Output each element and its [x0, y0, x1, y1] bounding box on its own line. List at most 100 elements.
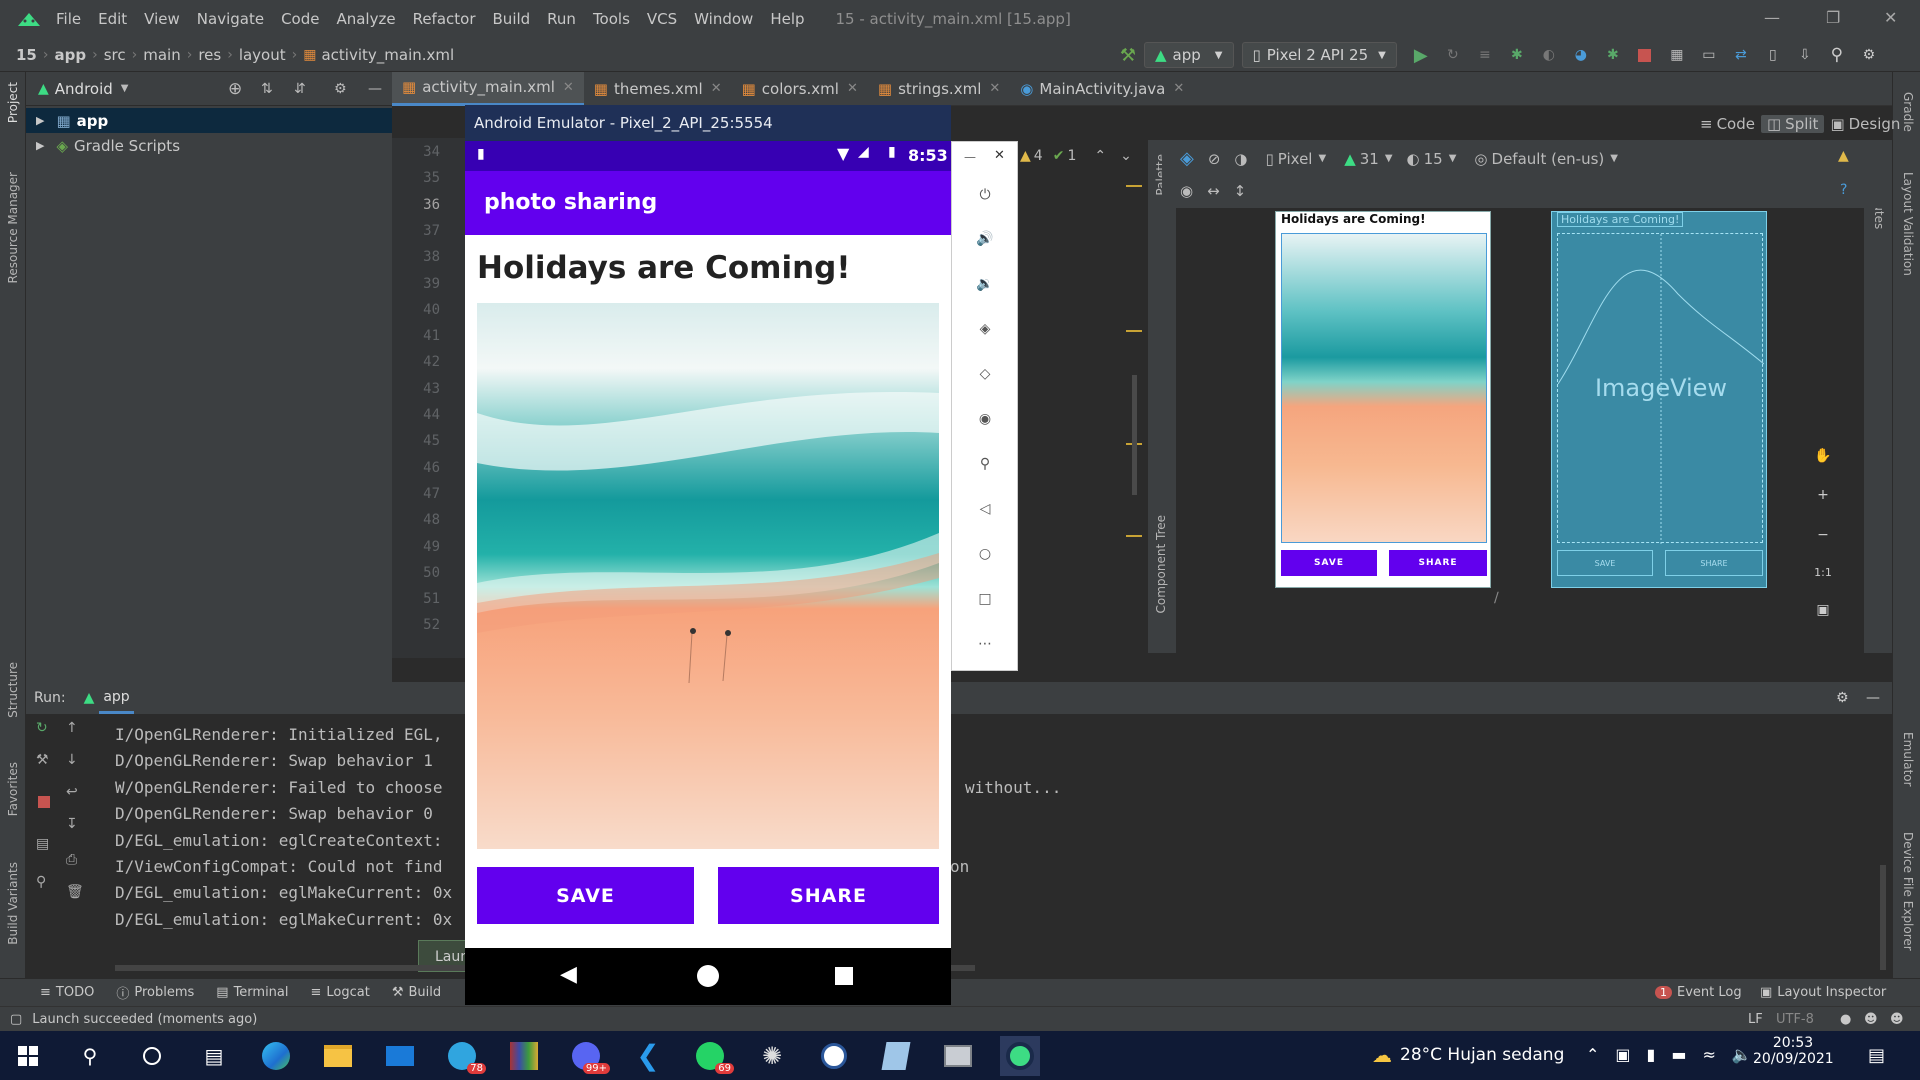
menu-refactor[interactable]: Refactor: [413, 10, 476, 28]
locale-select[interactable]: Default (en-us): [1492, 150, 1605, 168]
tab-activity-main[interactable]: ▦ activity_main.xml ✕: [392, 71, 584, 106]
search-icon[interactable]: ⚲: [70, 1036, 110, 1076]
pan-icon[interactable]: ✋: [1814, 448, 1831, 464]
file-explorer-icon[interactable]: [318, 1036, 358, 1076]
word-icon[interactable]: [814, 1036, 854, 1076]
chevron-up-icon[interactable]: ⌃: [1094, 148, 1106, 164]
volume-down-icon[interactable]: 🔉: [974, 273, 996, 295]
hammer-icon[interactable]: ⚒: [1117, 44, 1139, 66]
zoom-in-icon[interactable]: +: [1817, 487, 1829, 503]
run-icon[interactable]: ▶: [1410, 44, 1432, 66]
zoom-icon[interactable]: ⚲: [974, 453, 996, 475]
chevron-up-icon[interactable]: ⌃: [1586, 1045, 1599, 1064]
build-tool-button[interactable]: ⚒ Build: [392, 985, 441, 1000]
attach-icon[interactable]: ✱: [1602, 44, 1624, 66]
breadcrumb-main[interactable]: main: [143, 46, 180, 64]
horizontal-resize-icon[interactable]: ↔: [1207, 182, 1220, 200]
api-level-select[interactable]: 31: [1360, 150, 1379, 168]
attach-debugger-icon[interactable]: ◐: [1538, 44, 1560, 66]
project-structure-icon[interactable]: ▦: [1666, 44, 1688, 66]
device-file-explorer-tool-tab[interactable]: Device File Explorer: [1901, 832, 1915, 951]
blueprint-preview[interactable]: Holidays are Coming! ImageView SAVE SHAR…: [1551, 211, 1767, 588]
breadcrumb-res[interactable]: res: [198, 46, 221, 64]
menu-help[interactable]: Help: [770, 10, 804, 28]
device-select[interactable]: Pixel: [1278, 150, 1313, 168]
weather-widget[interactable]: ☁ 28°C Hujan sedang: [1372, 1043, 1564, 1067]
rerun-icon[interactable]: ↻: [36, 720, 48, 736]
project-view-select[interactable]: Android: [55, 80, 113, 98]
terminal-tool-button[interactable]: ▤ Terminal: [216, 985, 288, 1000]
component-tree-tab[interactable]: Component Tree: [1154, 515, 1168, 613]
vscode-icon[interactable]: ❮: [628, 1036, 668, 1076]
status-toggle-icon[interactable]: ▢: [10, 1012, 22, 1027]
pin-icon[interactable]: ⚲: [36, 874, 46, 890]
menu-vcs[interactable]: VCS: [647, 10, 677, 28]
file-encoding[interactable]: UTF-8: [1776, 1012, 1814, 1027]
notification-center-icon[interactable]: ▤: [1868, 1045, 1885, 1066]
settings-icon[interactable]: ⚙: [1858, 44, 1880, 66]
editor-scrollbar[interactable]: [1132, 375, 1137, 495]
soft-wrap-icon[interactable]: ↩: [66, 784, 78, 800]
project-tool-tab[interactable]: Project: [6, 82, 20, 123]
feedback-icon[interactable]: ☻: [1890, 1012, 1904, 1027]
event-log-button[interactable]: 1 Event Log: [1655, 985, 1742, 1000]
close-tab-icon[interactable]: ✕: [711, 81, 722, 96]
menu-navigate[interactable]: Navigate: [197, 10, 264, 28]
battery-icon[interactable]: ▬: [1671, 1045, 1686, 1064]
gear-icon[interactable]: ⚙: [1836, 690, 1849, 706]
menu-file[interactable]: File: [56, 10, 81, 28]
edge-icon[interactable]: [256, 1036, 296, 1076]
tab-strings[interactable]: ▦ strings.xml ✕: [868, 72, 1010, 106]
design-view-button[interactable]: ▣ Design: [1824, 115, 1906, 133]
code-view-button[interactable]: ≡ Code: [1694, 115, 1761, 133]
help-icon[interactable]: ?: [1840, 182, 1847, 198]
run-config-select[interactable]: ▲ app ▼: [1144, 42, 1234, 68]
close-icon[interactable]: ✕: [994, 148, 1005, 163]
zoom-actual-size-button[interactable]: 1:1: [1814, 566, 1832, 579]
sync-icon[interactable]: ⇄: [1730, 44, 1752, 66]
gear-icon[interactable]: ⚙: [334, 81, 347, 97]
menu-window[interactable]: Window: [694, 10, 753, 28]
emulator-title-bar[interactable]: Android Emulator - Pixel_2_API_25:5554: [465, 105, 951, 141]
menu-build[interactable]: Build: [493, 10, 531, 28]
resource-manager-tool-tab[interactable]: Resource Manager: [6, 172, 20, 283]
device-manager-icon[interactable]: ▯: [1762, 44, 1784, 66]
home-icon[interactable]: ○: [974, 543, 996, 565]
whatsapp-icon[interactable]: 69: [690, 1036, 734, 1076]
stop-icon[interactable]: [38, 796, 50, 808]
scroll-to-end-icon[interactable]: ↧: [66, 816, 78, 832]
close-tab-icon[interactable]: ✕: [989, 81, 1000, 96]
tree-item-gradle-scripts[interactable]: ▶ ◈ Gradle Scripts: [26, 133, 392, 158]
lock-icon[interactable]: ●: [1840, 1012, 1851, 1027]
wrench-icon[interactable]: ⚒: [36, 752, 49, 768]
menu-edit[interactable]: Edit: [98, 10, 127, 28]
breadcrumb-app[interactable]: app: [54, 46, 86, 64]
power-icon[interactable]: ⏻: [974, 184, 996, 206]
expand-all-icon[interactable]: ⇅: [261, 81, 273, 97]
search-icon[interactable]: ⚲: [1826, 44, 1848, 66]
telegram-icon[interactable]: 78: [442, 1036, 486, 1076]
line-separator[interactable]: LF: [1748, 1012, 1763, 1027]
rerun-icon[interactable]: ↻: [1442, 44, 1464, 66]
cortana-icon[interactable]: [132, 1036, 172, 1076]
apply-changes-icon[interactable]: ≡: [1474, 44, 1496, 66]
share-button[interactable]: SHARE: [718, 867, 939, 924]
rotate-right-icon[interactable]: ◇: [974, 363, 996, 385]
layout-icon[interactable]: ▤: [36, 836, 49, 852]
camera-icon[interactable]: ◉: [974, 408, 996, 430]
device-select[interactable]: ▯ Pixel 2 API 25 ▼: [1241, 42, 1397, 68]
zoom-fit-icon[interactable]: ▣: [1816, 602, 1829, 618]
winrar-icon[interactable]: [504, 1036, 544, 1076]
collapse-all-icon[interactable]: ⇵: [294, 81, 306, 97]
resize-handle-icon[interactable]: ∕: [1494, 590, 1499, 606]
recents-icon[interactable]: [835, 967, 853, 985]
tray-app-icon[interactable]: ▣: [1615, 1045, 1630, 1064]
close-tab-icon[interactable]: ✕: [1173, 81, 1184, 96]
orientation-icon[interactable]: ⊘: [1208, 150, 1221, 168]
inspection-widget[interactable]: ▲ 4 ✔ 1 ⌃ ⌄: [1020, 148, 1132, 164]
hide-icon[interactable]: —: [1866, 690, 1880, 706]
menu-analyze[interactable]: Analyze: [336, 10, 395, 28]
menu-tools[interactable]: Tools: [593, 10, 630, 28]
mail-icon[interactable]: [380, 1036, 420, 1076]
breadcrumb-project[interactable]: 15: [16, 46, 37, 64]
